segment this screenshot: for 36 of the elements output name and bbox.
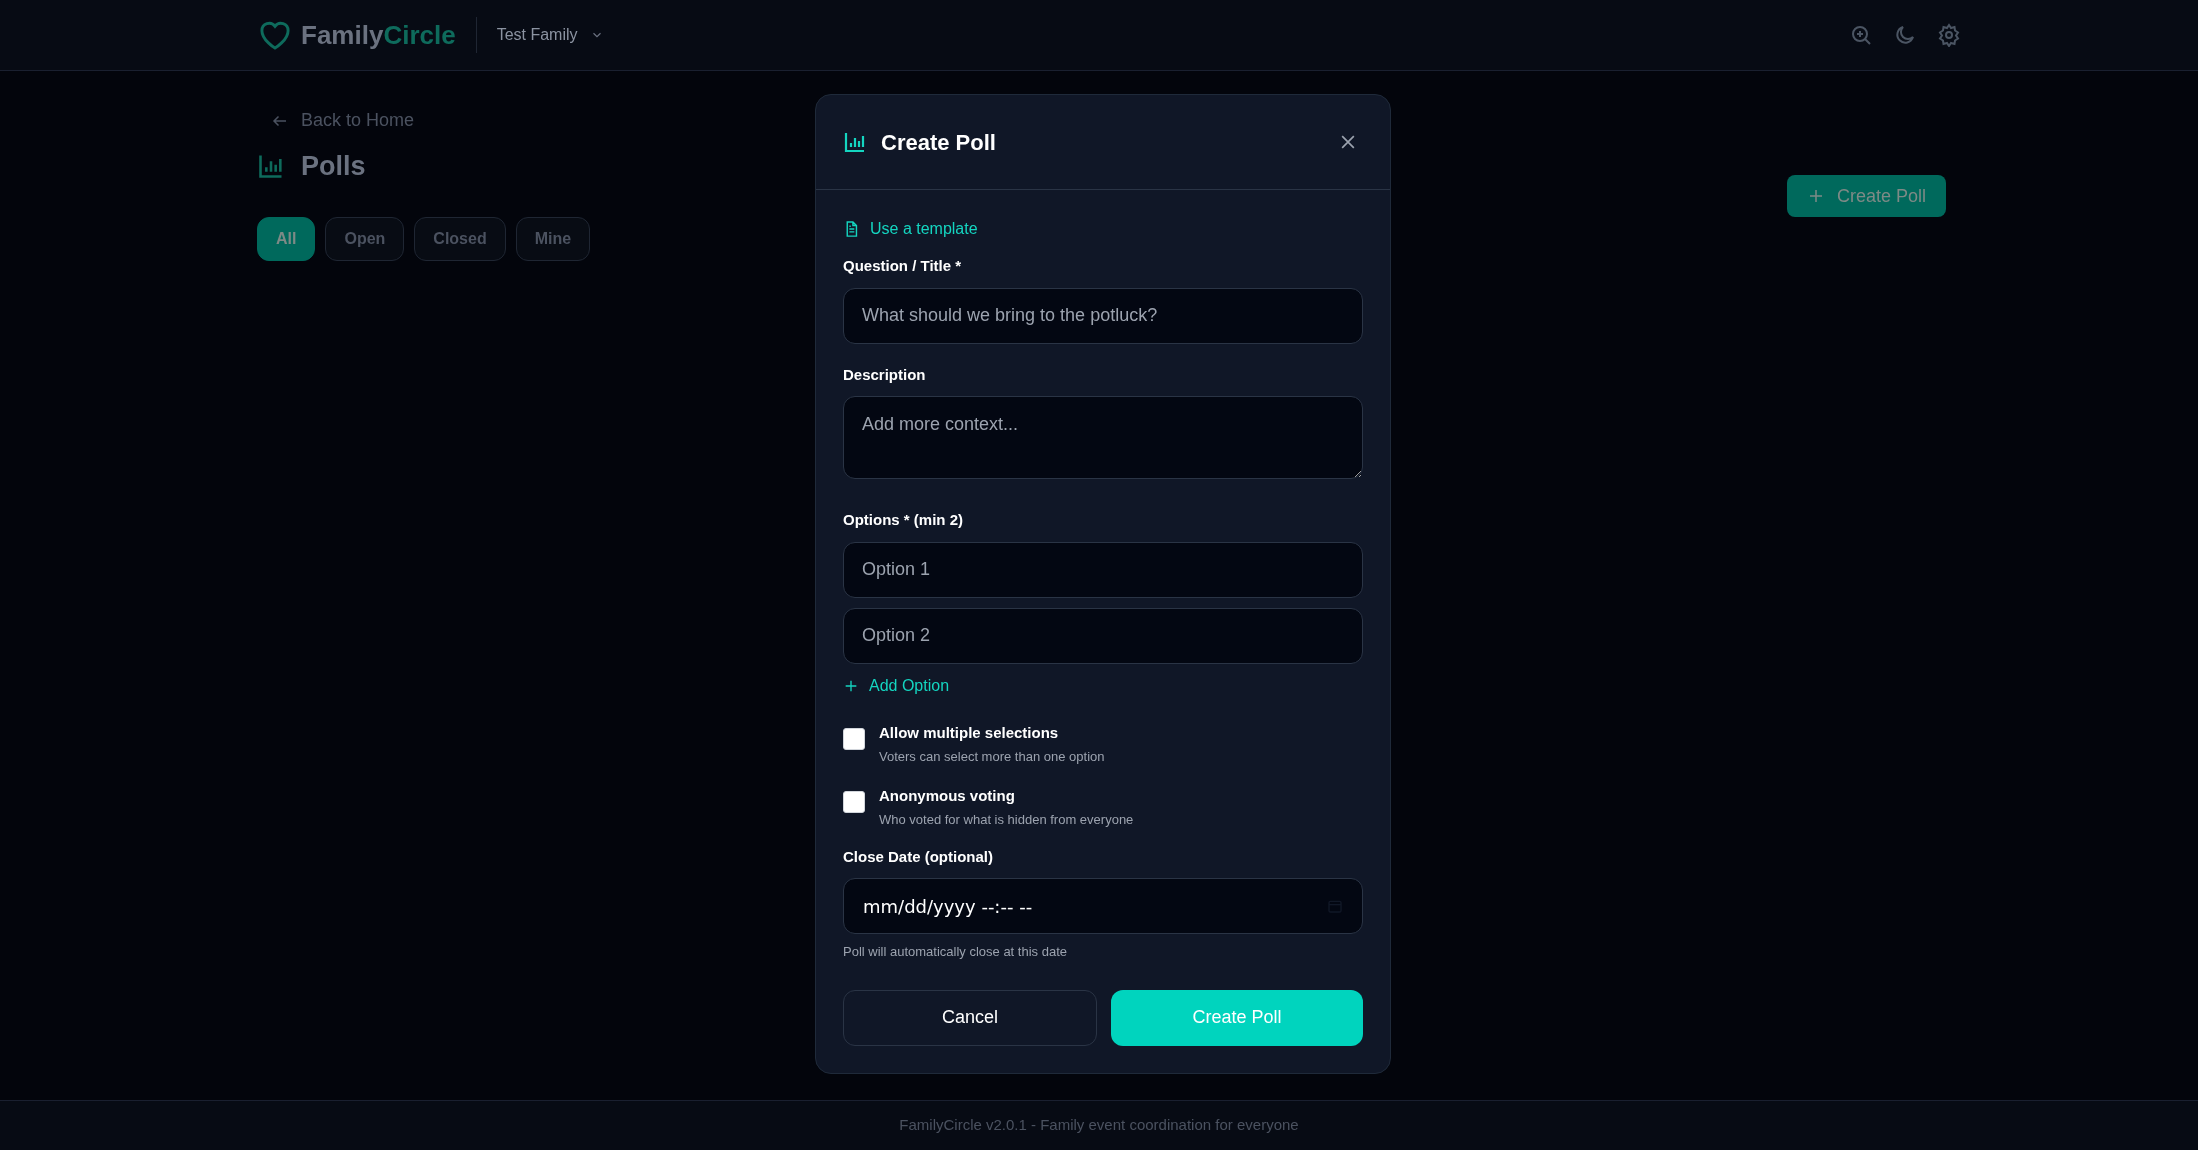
- field-label: Close Date (optional): [843, 846, 994, 867]
- submit-button[interactable]: Create Poll: [1111, 989, 1363, 1046]
- question-field[interactable]: What should we bring to the potluck?: [843, 287, 1363, 344]
- field-label: Options * (min 2): [843, 510, 964, 530]
- moon-icon[interactable]: [1893, 23, 1917, 47]
- checkbox[interactable]: [843, 727, 865, 750]
- option-field[interactable]: Option 1: [843, 541, 1363, 598]
- bar-chart-icon: [843, 130, 867, 154]
- dialog-title: Create Poll: [881, 128, 996, 157]
- checkbox[interactable]: [843, 790, 865, 813]
- zoom-in-icon[interactable]: [1849, 23, 1873, 47]
- filter-tab[interactable]: Closed: [414, 216, 506, 261]
- setting-label: Anonymous voting: [879, 785, 1016, 806]
- back-link[interactable]: Back to Home: [271, 107, 591, 134]
- hint-text: Poll will automatically close at this date: [843, 943, 1068, 961]
- field-label: Description: [843, 364, 927, 385]
- setting-hint: Who voted for what is hidden from everyone: [879, 811, 1134, 829]
- heart-icon: [257, 19, 293, 51]
- add-option-button[interactable]: Add Option: [843, 673, 950, 698]
- option-field[interactable]: Option 2: [843, 607, 1363, 664]
- family-selector[interactable]: Test Family: [496, 23, 604, 47]
- description-field[interactable]: Add more context...: [843, 396, 1363, 479]
- close-date-field[interactable]: mm/dd/yyyy --:-- --: [843, 878, 1363, 934]
- template-link[interactable]: Use a template: [843, 217, 1363, 241]
- create-poll-button[interactable]: Create Poll: [1786, 175, 1946, 217]
- field-label: Question / Title *: [843, 256, 963, 276]
- footer-text: FamilyCircle v2.0.1 - Family event coordination for everyone: [0, 1100, 2198, 1150]
- page-title: Polls: [301, 150, 366, 183]
- brand-logo[interactable]: FamilyCircle: [301, 15, 456, 55]
- settings-icon[interactable]: [1937, 23, 1961, 47]
- cancel-button[interactable]: Cancel: [843, 989, 1097, 1046]
- filter-tab[interactable]: Open: [325, 216, 405, 261]
- filter-tab[interactable]: Mine: [515, 216, 591, 261]
- setting-hint: Voters can select more than one option: [879, 748, 1105, 766]
- filter-tab[interactable]: All: [257, 216, 316, 261]
- setting-label: Allow multiple selections: [879, 722, 1060, 743]
